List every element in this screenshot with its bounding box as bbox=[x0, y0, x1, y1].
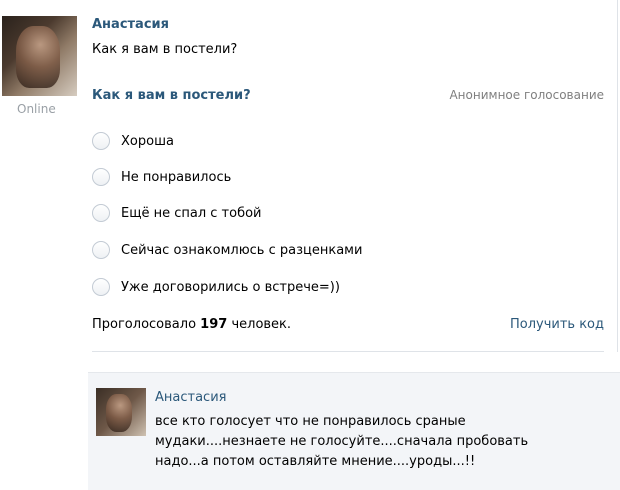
radio-icon[interactable] bbox=[92, 132, 110, 150]
avatar-photo bbox=[106, 394, 132, 432]
radio-icon[interactable] bbox=[92, 241, 110, 259]
poll-option-1[interactable]: Хороша bbox=[92, 130, 174, 152]
radio-icon[interactable] bbox=[92, 168, 110, 186]
post-divider bbox=[92, 351, 604, 352]
poll-option-5[interactable]: Уже договорились о встрече=)) bbox=[92, 276, 340, 298]
poll-question: Как я вам в постели? bbox=[92, 88, 251, 103]
votes-suffix: человек. bbox=[231, 317, 292, 332]
get-code-link[interactable]: Получить код bbox=[510, 317, 604, 332]
avatar-photo bbox=[16, 26, 60, 88]
author-avatar[interactable] bbox=[2, 16, 77, 96]
poll-option-2[interactable]: Не понравилось bbox=[92, 166, 231, 188]
comment-line: все кто голосует что не понравилось сран… bbox=[155, 414, 466, 429]
poll-option-label: Уже договорились о встрече=)) bbox=[121, 279, 340, 295]
radio-icon[interactable] bbox=[92, 278, 110, 296]
votes-summary: Проголосовало 197 человек. bbox=[92, 317, 291, 332]
comment-text: все кто голосует что не понравилось сран… bbox=[155, 412, 585, 472]
poll-option-label: Хороша bbox=[121, 133, 174, 149]
poll-option-3[interactable]: Ещё не спал с тобой bbox=[92, 202, 262, 224]
poll-option-label: Не понравилось bbox=[121, 169, 232, 185]
comment-line: мудаки....незнаете не голосуйте....снача… bbox=[155, 434, 529, 449]
poll-option-label: Сейчас ознакомлюсь с разценками bbox=[121, 242, 363, 258]
votes-count: 197 bbox=[200, 317, 228, 332]
online-status: Online bbox=[17, 102, 56, 116]
comment-line: надо...а потом оставляйте мнение....урод… bbox=[155, 454, 476, 469]
post-text: Как я вам в постели? bbox=[92, 42, 238, 57]
comment-avatar[interactable] bbox=[96, 388, 146, 436]
post-border bbox=[617, 0, 618, 352]
comment-author-link[interactable]: Анастасия bbox=[155, 390, 226, 405]
post-author-link[interactable]: Анастасия bbox=[92, 17, 169, 32]
poll-option-label: Ещё не спал с тобой bbox=[121, 205, 262, 221]
poll-option-4[interactable]: Сейчас ознакомлюсь с разценками bbox=[92, 239, 362, 261]
votes-prefix: Проголосовало bbox=[92, 317, 197, 332]
poll-type-label: Анонимное голосование bbox=[449, 88, 604, 102]
radio-icon[interactable] bbox=[92, 204, 110, 222]
